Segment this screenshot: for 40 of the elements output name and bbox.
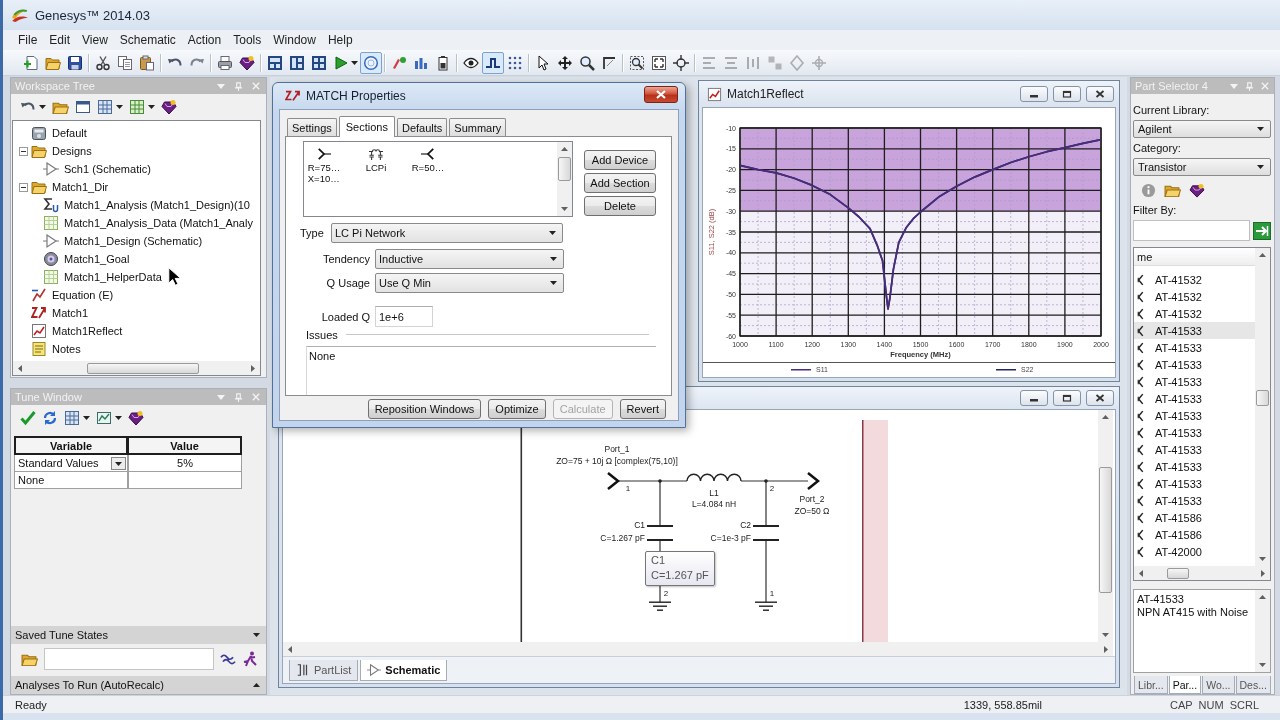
pin-number: 1 xyxy=(769,589,775,598)
tooltip-text: C=1.267 pF xyxy=(651,568,709,583)
component-name: C1 xyxy=(634,520,645,530)
field-label: Loaded Q xyxy=(320,310,370,323)
port-name: Port_2 xyxy=(799,494,825,504)
field-label: Category: xyxy=(1133,142,1182,155)
field-label: Filter By: xyxy=(1133,204,1178,217)
component-name: C2 xyxy=(740,520,751,530)
pin-number: 2 xyxy=(663,589,669,598)
window-title: Match1Reflect xyxy=(727,87,804,101)
column-header: Variable xyxy=(14,436,128,455)
cursor-position: 1339, 558.85mil xyxy=(963,698,1042,711)
field-label: Type xyxy=(300,227,325,239)
status-message: Ready xyxy=(15,698,48,711)
column-header: Value xyxy=(128,436,242,455)
field-label: Q Usage xyxy=(325,277,370,289)
port-impedance: ZO=75 + 10j Ω [complex(75,10)] xyxy=(556,456,678,466)
key-indicator: NUM xyxy=(1198,698,1224,711)
pin-number: 2 xyxy=(769,484,775,493)
field-label: Current Library: xyxy=(1133,104,1211,117)
field-label: Tendency xyxy=(321,253,370,265)
pin-number: 1 xyxy=(625,484,631,493)
key-indicator: SCRL xyxy=(1229,698,1259,711)
tooltip-title: C1 xyxy=(651,553,667,568)
dialog-title: MATCH Properties xyxy=(306,89,406,103)
component-value: C=1e-3 pF xyxy=(710,533,751,543)
description-text: NPN AT415 with Noise xyxy=(1137,606,1250,619)
window-title: Genesys™ 2014.03 xyxy=(35,7,150,23)
table-cell: 5% xyxy=(128,455,242,472)
group-label: Issues xyxy=(306,329,338,341)
description-text: AT-41533 xyxy=(1137,593,1185,606)
port-impedance: ZO=50 Ω xyxy=(794,506,830,516)
port-name: Port_1 xyxy=(604,444,630,454)
table-cell: None xyxy=(14,472,128,489)
component-value: L=4.084 nH xyxy=(691,499,737,509)
issues-field: None xyxy=(306,346,656,395)
component-name: L1 xyxy=(709,488,719,498)
column-header: me xyxy=(1134,248,1255,266)
key-indicator: CAP xyxy=(1169,698,1193,711)
component-value: C=1.267 pF xyxy=(600,533,645,543)
